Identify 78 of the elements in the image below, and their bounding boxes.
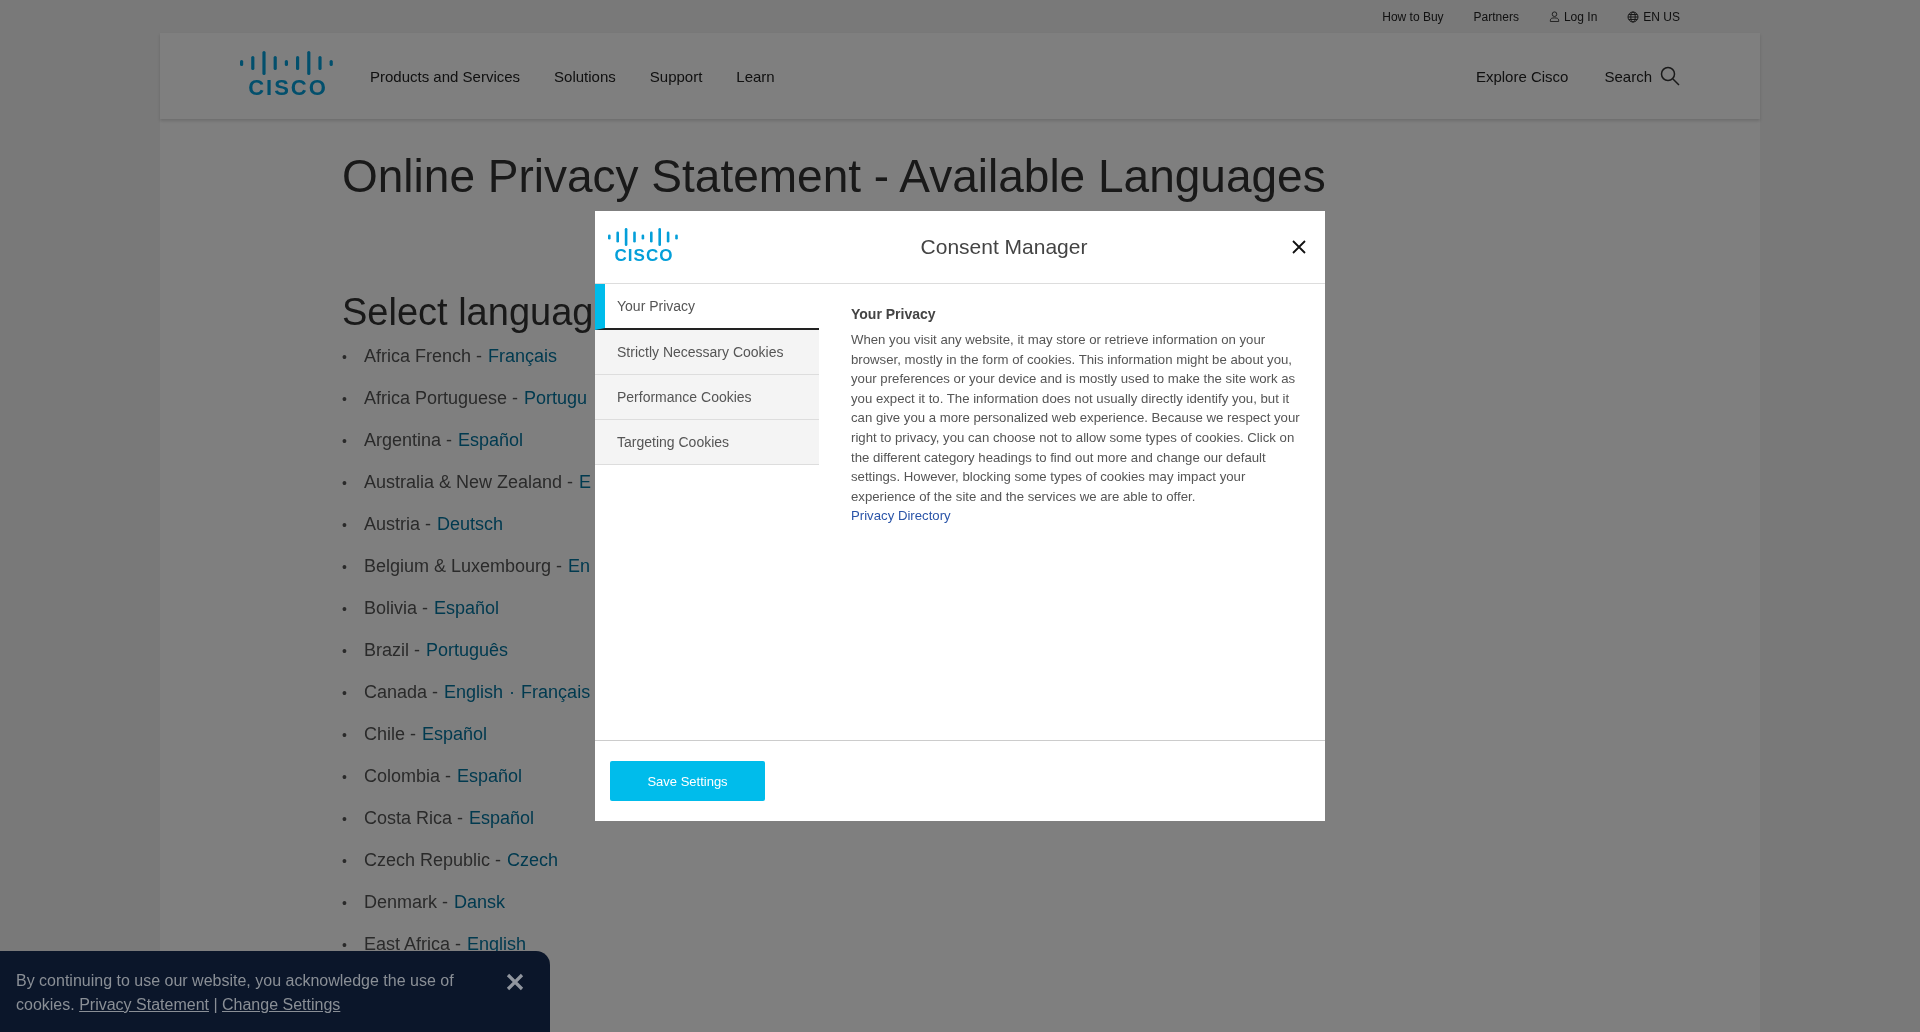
change-settings-link[interactable]: Change Settings bbox=[222, 996, 341, 1013]
language-link[interactable]: E bbox=[579, 472, 592, 492]
close-icon bbox=[1292, 240, 1306, 254]
cisco-logo[interactable]: CISCO bbox=[240, 51, 336, 101]
country-label: Brazil - bbox=[364, 640, 420, 660]
country-label: Africa French - bbox=[364, 346, 483, 366]
utility-link[interactable]: Partners bbox=[1473, 9, 1519, 24]
cisco-logo: CISCO bbox=[608, 228, 680, 266]
language-link[interactable]: Portugu bbox=[524, 388, 588, 408]
bullet: • bbox=[342, 600, 348, 619]
nav-link[interactable]: Solutions bbox=[554, 67, 616, 85]
bullet: • bbox=[342, 516, 348, 535]
separator-dot: · bbox=[509, 682, 516, 702]
nav-link[interactable]: Support bbox=[649, 67, 703, 85]
country-label: Colombia - bbox=[364, 766, 452, 786]
category-tab[interactable]: Performance Cookies bbox=[595, 375, 819, 420]
bullet: • bbox=[342, 432, 348, 451]
country-label: Chile - bbox=[364, 724, 416, 744]
language-link[interactable]: Español bbox=[422, 724, 488, 744]
bullet: • bbox=[342, 852, 348, 871]
language-link[interactable]: Français bbox=[521, 682, 591, 702]
language-link[interactable]: Czech bbox=[507, 850, 559, 870]
category-tab[interactable]: Strictly Necessary Cookies bbox=[595, 330, 819, 375]
nav-link[interactable]: Products and Services bbox=[370, 67, 521, 85]
language-link[interactable]: Deutsch bbox=[437, 514, 504, 534]
save-settings-button[interactable]: Save Settings bbox=[610, 761, 765, 801]
country-label: Argentina - bbox=[364, 430, 453, 450]
dialog-title: Consent Manager bbox=[919, 235, 1089, 259]
bullet: • bbox=[342, 558, 348, 577]
globe-icon bbox=[1627, 10, 1640, 23]
language-link[interactable]: Español bbox=[469, 808, 535, 828]
country-label: Australia & New Zealand - bbox=[364, 472, 574, 492]
privacy-directory-link[interactable]: Privacy Directory bbox=[851, 508, 951, 524]
page-title: Online Privacy Statement - Available Languages bbox=[342, 149, 1327, 203]
cookie-notice-text: By continuing to use our website, you acknowledge the use of cookies. Privacy Statement | Change Settings bbox=[16, 971, 455, 1015]
country-label: Africa Portuguese - bbox=[364, 388, 519, 408]
privacy-statement-link[interactable]: Privacy Statement bbox=[79, 996, 209, 1013]
content-text: When you visit any website, it may store or retrieve information on your browser, mostly in the form of cookies. This information might be about you, your preferences or your device and is mostly used to make the site work as you expect it to. The information does not usually directly identify you, but it can give you a more personalized web experience. Because we respect your right to privacy, you can choose not to allow some types of cookies. Click on the different category headings to find out more and change our default settings. However, blocking some types of cookies may impact your experience of the site and the services we are able to offer. bbox=[851, 331, 1301, 506]
bullet: • bbox=[342, 894, 348, 913]
country-label: Canada - bbox=[364, 682, 439, 702]
language-link[interactable]: Français bbox=[488, 346, 558, 366]
utility-link[interactable]: EN US bbox=[1627, 9, 1680, 24]
section-heading: Select languag bbox=[342, 291, 594, 334]
person-icon bbox=[1548, 11, 1560, 22]
language-link[interactable]: En bbox=[568, 556, 591, 576]
language-link[interactable]: Dansk bbox=[454, 892, 506, 912]
bullet: • bbox=[342, 684, 348, 703]
country-label: Belgium & Luxembourg - bbox=[364, 556, 563, 576]
nav-link[interactable]: Learn bbox=[736, 67, 775, 85]
utility-link[interactable]: How to Buy bbox=[1382, 9, 1444, 24]
utility-link[interactable]: Log In bbox=[1548, 9, 1598, 24]
search-icon bbox=[1660, 66, 1680, 86]
country-label: Bolivia - bbox=[364, 598, 429, 618]
country-label: Austria - bbox=[364, 514, 432, 534]
search-button[interactable]: Search bbox=[1604, 66, 1680, 86]
bullet: • bbox=[342, 348, 348, 367]
bullet: • bbox=[342, 390, 348, 409]
bullet: • bbox=[342, 474, 348, 493]
country-label: Czech Republic - bbox=[364, 850, 502, 870]
country-label: Costa Rica - bbox=[364, 808, 464, 828]
bullet: • bbox=[342, 810, 348, 829]
close-icon bbox=[506, 973, 524, 991]
language-link[interactable]: Español bbox=[458, 430, 524, 450]
bullet: • bbox=[342, 768, 348, 787]
language-link[interactable]: Español bbox=[457, 766, 523, 786]
language-link[interactable]: Português bbox=[426, 640, 509, 660]
explore-link[interactable]: Explore Cisco bbox=[1475, 67, 1569, 85]
country-label: East Africa - bbox=[364, 934, 462, 954]
bullet: • bbox=[342, 642, 348, 661]
category-tab[interactable]: Your Privacy bbox=[595, 284, 819, 330]
country-label: Denmark - bbox=[364, 892, 448, 912]
language-link[interactable]: English bbox=[444, 682, 504, 702]
language-link[interactable]: English bbox=[467, 934, 527, 954]
bullet: • bbox=[342, 726, 348, 745]
language-link[interactable]: Español bbox=[434, 598, 500, 618]
content-title: Your Privacy bbox=[851, 306, 937, 322]
bullet: • bbox=[342, 936, 348, 955]
category-tab[interactable]: Targeting Cookies bbox=[595, 420, 819, 465]
